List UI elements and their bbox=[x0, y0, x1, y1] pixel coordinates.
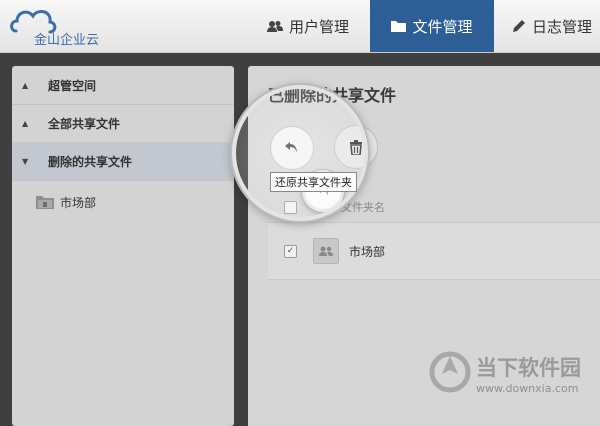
sidebar-item-label: 删除的共享文件 bbox=[48, 154, 133, 169]
shared-folder-icon bbox=[36, 195, 54, 209]
kingsoft-cloud-logo[interactable]: 金山企业云 bbox=[10, 5, 120, 49]
shared-folder-icon bbox=[313, 238, 339, 264]
sidebar: ▲ 超管空间 ▲ 全部共享文件 ▼ 删除的共享文件 市场部 bbox=[12, 66, 234, 426]
sidebar-item-label: 超管空间 bbox=[48, 78, 97, 93]
expand-arrow-icon: ▼ bbox=[22, 156, 29, 166]
nav-tab-users-label: 用户管理 bbox=[288, 17, 349, 36]
delete-button[interactable] bbox=[334, 125, 378, 169]
trash-icon bbox=[350, 139, 362, 155]
row-folder-name: 市场部 bbox=[349, 244, 386, 259]
sidebar-item-label: 全部共享文件 bbox=[48, 116, 121, 131]
logo-text: 金山企业云 bbox=[34, 33, 100, 48]
folder-icon bbox=[391, 20, 407, 32]
nav-tab-logs[interactable]: 日志管理 bbox=[500, 0, 600, 52]
sidebar-subitem-label: 市场部 bbox=[60, 195, 97, 210]
watermark-url: www.downxia.com bbox=[476, 382, 579, 395]
table-row[interactable]: ✓ 市场部 bbox=[268, 223, 600, 280]
sidebar-subitem-marketing[interactable]: 市场部 bbox=[36, 192, 96, 212]
watermark: 当下软件园 www.downxia.com bbox=[428, 348, 600, 408]
nav-tab-files[interactable]: 文件管理 bbox=[370, 0, 494, 52]
restore-button[interactable] bbox=[270, 126, 314, 170]
sidebar-item-deleted-shared-files[interactable]: ▼ 删除的共享文件 bbox=[12, 142, 234, 181]
collapse-arrow-icon: ▲ bbox=[22, 118, 29, 128]
pencil-icon bbox=[512, 19, 526, 33]
page-title: 已删除的共享文件 bbox=[268, 86, 397, 105]
collapse-arrow-icon: ▲ bbox=[22, 80, 29, 90]
top-nav-bar: 金山企业云 用户管理 文件管理 日志管理 bbox=[0, 0, 600, 53]
watermark-title: 当下软件园 bbox=[476, 356, 581, 380]
users-icon bbox=[266, 20, 283, 33]
watermark-logo-icon bbox=[429, 351, 471, 393]
nav-tab-logs-label: 日志管理 bbox=[531, 17, 592, 36]
row-checkbox[interactable]: ✓ bbox=[284, 244, 297, 258]
nav-tab-users[interactable]: 用户管理 bbox=[252, 0, 364, 52]
nav-tab-files-label: 文件管理 bbox=[412, 17, 473, 36]
restore-tooltip: 还原共享文件夹 bbox=[270, 172, 357, 192]
sidebar-item-all-shared-files[interactable]: ▲ 全部共享文件 bbox=[12, 104, 234, 143]
select-all-checkbox[interactable] bbox=[284, 200, 297, 214]
undo-arrow-icon bbox=[285, 142, 297, 153]
sidebar-item-admin-space[interactable]: ▲ 超管空间 bbox=[12, 66, 234, 105]
